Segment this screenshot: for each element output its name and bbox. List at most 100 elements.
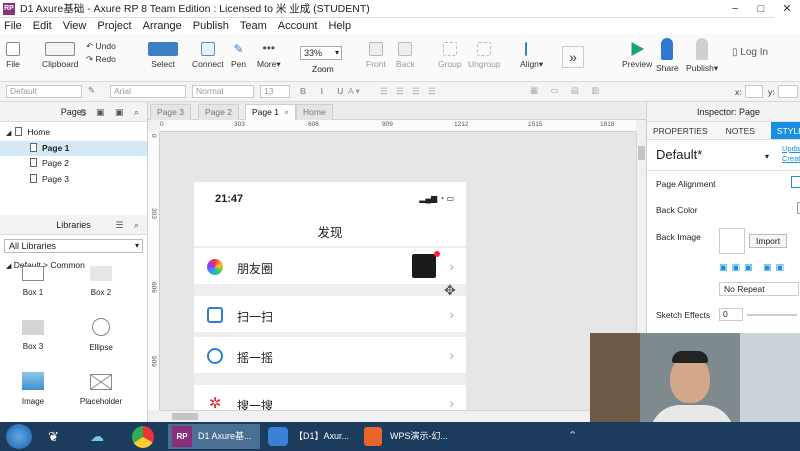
page-item-home[interactable]: ◢ Home <box>0 125 147 141</box>
menu-team[interactable]: Team <box>240 20 267 32</box>
close-button[interactable]: ✕ <box>774 0 800 18</box>
tab-page-3[interactable]: Page 3 <box>150 104 191 120</box>
ungroup-button[interactable]: Ungroup <box>468 42 501 69</box>
menu-help[interactable]: Help <box>328 20 351 32</box>
design-canvas[interactable]: 21:47 ▂▄▆ ◔ ▭ 发现 朋友圈 › 扫一扫 › 摇一摇 › ✲ 搜一搜… <box>160 132 636 410</box>
more-button[interactable]: ••• More▾ <box>257 42 281 70</box>
share-button[interactable]: Share <box>656 38 679 73</box>
tab-properties[interactable]: PROPERTIES <box>647 122 714 139</box>
create-style-link[interactable]: Create <box>782 154 800 163</box>
share-icon <box>661 38 674 60</box>
start-button[interactable] <box>6 424 32 449</box>
x-input[interactable] <box>745 85 763 98</box>
taskbar-weather-icon[interactable]: ☁ <box>90 424 104 449</box>
list-item-shake[interactable]: 摇一摇 › <box>194 337 466 373</box>
page-item-page-2[interactable]: Page 2 <box>0 156 147 172</box>
menu-arrange[interactable]: Arrange <box>143 20 182 32</box>
repeat-select[interactable]: No Repeat <box>719 282 799 296</box>
menu-project[interactable]: Project <box>97 20 131 32</box>
style-select[interactable]: Default <box>6 85 82 98</box>
collapse-triangle-icon[interactable]: ◢ <box>6 130 11 137</box>
page-item-page-3[interactable]: Page 3 <box>0 172 147 188</box>
taskbar-browser-window[interactable]: 【D1】Axur... <box>264 424 356 449</box>
taskbar-bird-app-icon[interactable]: ❦ <box>48 424 59 449</box>
connect-button[interactable]: Connect <box>192 42 224 69</box>
canvas-horizontal-scrollbar[interactable] <box>160 410 636 422</box>
widget-box-2[interactable]: Box 2 <box>76 266 126 297</box>
publish-button[interactable]: Publish▾ <box>686 38 718 74</box>
close-tab-icon[interactable]: × <box>284 107 289 117</box>
page-style-name[interactable]: Default* <box>656 147 702 162</box>
tab-home[interactable]: Home <box>296 104 333 120</box>
image-align-buttons[interactable]: ▣▣▣ ▣▣ <box>719 262 788 273</box>
tab-notes[interactable]: NOTES <box>720 122 761 139</box>
tab-page-2[interactable]: Page 2 <box>198 104 239 120</box>
more-dots-icon: ••• <box>262 41 276 55</box>
group-button[interactable]: Group <box>438 42 462 69</box>
login-button[interactable]: ▯ Log In <box>732 47 768 58</box>
minimize-button[interactable]: − <box>722 0 748 18</box>
file-button[interactable]: File <box>6 42 20 69</box>
chevron-right-icon: › <box>449 258 454 274</box>
align-button[interactable]: Align▾ <box>520 42 543 70</box>
pages-panel-actions[interactable]: ▯ ▣ ▣ ⌕ <box>80 102 143 122</box>
chevron-down-icon[interactable]: ▾ <box>765 152 769 161</box>
text-style-buttons[interactable]: B I U <box>300 86 349 96</box>
scroll-thumb[interactable] <box>172 413 198 420</box>
pen-button[interactable]: ✎ Pen <box>231 42 246 69</box>
list-item-moments[interactable]: 朋友圈 › <box>194 248 466 284</box>
redo-button[interactable]: ↷ Redo <box>86 54 116 65</box>
widget-ellipse[interactable]: Ellipse <box>76 318 126 352</box>
font-select[interactable]: Arial <box>110 85 186 98</box>
maximize-button[interactable]: □ <box>748 0 774 18</box>
pen-icon: ✎ <box>233 42 244 56</box>
undo-button[interactable]: ↶ Undo <box>86 41 116 52</box>
widget-placeholder[interactable]: Placeholder <box>76 374 126 406</box>
font-color-icon[interactable]: A ▾ <box>348 86 360 97</box>
menu-account[interactable]: Account <box>278 20 318 32</box>
menu-file[interactable]: File <box>4 20 22 32</box>
select-button[interactable]: Select <box>148 42 178 69</box>
list-item-scan[interactable]: 扫一扫 › <box>194 296 466 332</box>
chevron-right-icon: › <box>449 395 454 410</box>
update-style-link[interactable]: Update <box>782 144 800 153</box>
library-select[interactable]: All Libraries ▾ <box>4 239 143 253</box>
widget-image[interactable]: Image <box>8 372 58 406</box>
tab-style[interactable]: STYLE <box>770 122 800 139</box>
bring-front-icon <box>368 42 383 56</box>
list-item-search[interactable]: ✲ 搜一搜 › <box>194 385 466 410</box>
front-button[interactable]: Front <box>366 42 386 69</box>
shake-icon <box>207 348 223 364</box>
font-weight-select[interactable]: Normal <box>192 85 254 98</box>
import-button[interactable]: Import <box>749 234 788 248</box>
sketch-effects-slider[interactable] <box>747 314 797 316</box>
tab-page-1[interactable]: Page 1 × <box>245 104 296 120</box>
taskbar-wps-window[interactable]: WPS演示-幻... <box>360 424 452 449</box>
clipboard-button[interactable]: Clipboard <box>42 42 78 69</box>
widget-box-3[interactable]: Box 3 <box>8 320 58 351</box>
back-button[interactable]: Back <box>396 42 415 69</box>
preview-button[interactable]: Preview <box>622 42 652 69</box>
image-shape-icon <box>22 372 44 390</box>
y-input[interactable] <box>778 85 798 98</box>
notification-dot-icon <box>434 251 440 257</box>
scroll-thumb[interactable] <box>638 146 645 160</box>
fill-border-buttons[interactable]: ▦ ▭ ▤ ▥ <box>530 85 604 96</box>
chrome-icon[interactable] <box>132 426 154 448</box>
phone-mockup[interactable]: 21:47 ▂▄▆ ◔ ▭ 发现 朋友圈 › 扫一扫 › 摇一摇 › ✲ 搜一搜… <box>194 182 466 410</box>
libraries-panel-actions[interactable]: ☰ ⌕ <box>115 215 143 235</box>
font-size-select[interactable]: 13 <box>260 85 290 98</box>
align-left-button[interactable] <box>791 176 800 188</box>
menu-edit[interactable]: Edit <box>33 20 52 32</box>
widget-box-1[interactable]: Box 1 <box>8 266 58 297</box>
zoom-select[interactable]: 33% ▾ <box>300 46 342 60</box>
menu-view[interactable]: View <box>63 20 87 32</box>
style-editor-icon[interactable]: ✎ <box>88 85 95 96</box>
menu-publish[interactable]: Publish <box>193 20 229 32</box>
expand-toolbar-button[interactable]: » <box>562 46 584 68</box>
page-item-page-1[interactable]: Page 1 <box>0 140 147 156</box>
text-align-buttons[interactable]: ☰ ☰ ☰ ☰ <box>380 86 439 97</box>
tray-expand-icon[interactable]: ⌃ <box>568 424 577 449</box>
taskbar-axure-window[interactable]: RP D1 Axure基... <box>168 424 260 449</box>
sketch-effects-input[interactable]: 0 <box>719 308 743 321</box>
